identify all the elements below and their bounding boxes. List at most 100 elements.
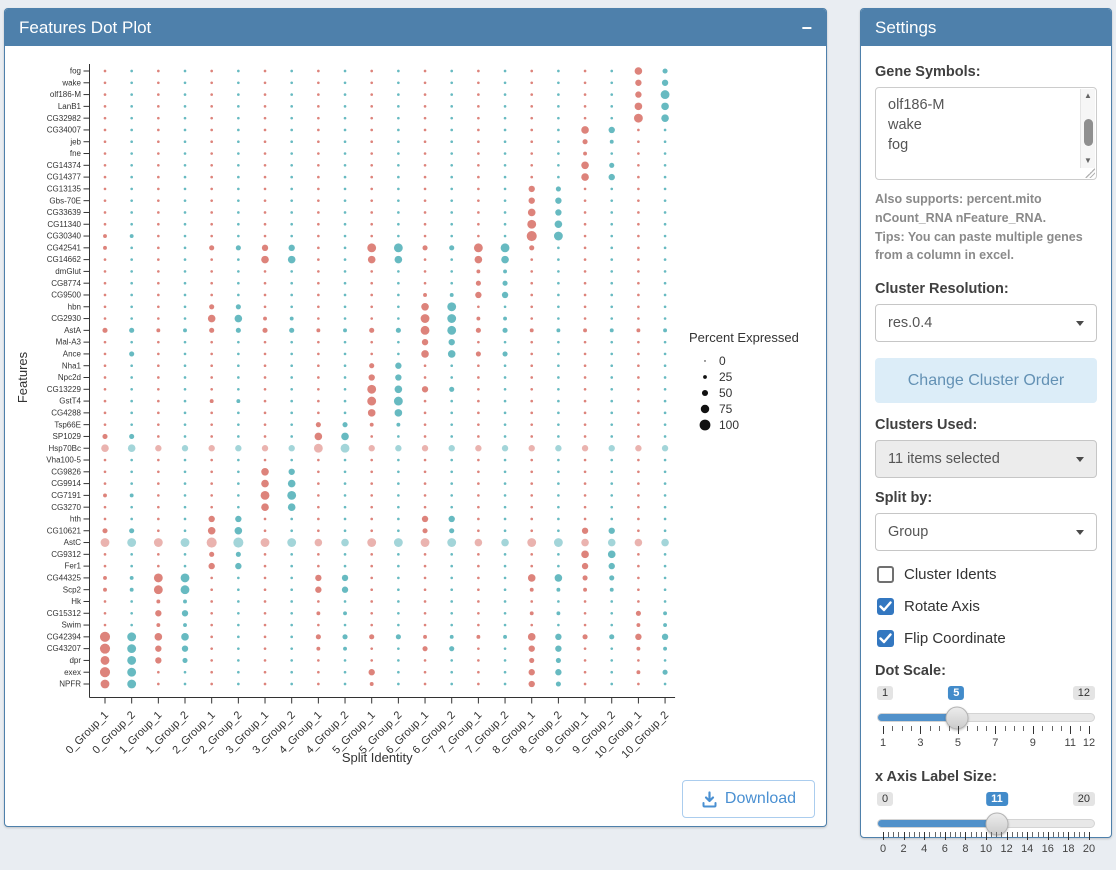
gene-line: olf186-M <box>888 95 1076 115</box>
svg-text:CG42541: CG42541 <box>47 243 82 252</box>
svg-text:CG42394: CG42394 <box>47 632 82 641</box>
svg-text:CG3270: CG3270 <box>51 503 81 512</box>
svg-text:CG13229: CG13229 <box>47 385 82 394</box>
svg-text:CG14377: CG14377 <box>47 173 82 182</box>
svg-text:wake: wake <box>61 78 81 87</box>
svg-text:Gbs-70E: Gbs-70E <box>49 196 81 205</box>
checkbox-checked-icon[interactable] <box>877 598 894 615</box>
plot-panel-header: Features Dot Plot − <box>5 9 826 46</box>
svg-text:CG13135: CG13135 <box>47 184 82 193</box>
slider-track[interactable] <box>877 713 1095 722</box>
svg-text:CG10621: CG10621 <box>47 526 82 535</box>
settings-panel-title: Settings <box>875 10 936 46</box>
download-label: Download <box>725 790 796 808</box>
slider-pips: 135791112 <box>883 726 1089 754</box>
checkbox-rotate-axis[interactable]: Rotate Axis <box>877 598 1095 615</box>
svg-text:Tsp66E: Tsp66E <box>54 420 81 429</box>
svg-text:CG33639: CG33639 <box>47 208 82 217</box>
checkbox-label: Rotate Axis <box>904 598 980 615</box>
svg-text:NPFR: NPFR <box>59 680 81 689</box>
svg-text:CG9500: CG9500 <box>51 291 81 300</box>
svg-text:Percent Expressed: Percent Expressed <box>689 330 799 345</box>
svg-text:Split Identity: Split Identity <box>342 750 413 765</box>
svg-text:CG9312: CG9312 <box>51 550 81 559</box>
cluster-resolution-label: Cluster Resolution: <box>875 281 1097 297</box>
svg-text:CG30340: CG30340 <box>47 232 82 241</box>
features-dot-plot-panel: Features Dot Plot − Featuresfogwakeolf18… <box>4 8 827 827</box>
plot-area: Featuresfogwakeolf186-MLanB1CG32982CG340… <box>5 46 826 827</box>
collapse-icon[interactable]: − <box>801 19 812 37</box>
settings-panel: Settings Gene Symbols: olf186-M wake fog… <box>860 8 1112 838</box>
svg-text:Features: Features <box>15 351 30 403</box>
split-by-select[interactable]: Group <box>875 513 1097 551</box>
slider-min-badge: 1 <box>877 686 893 700</box>
svg-text:Mal-A3: Mal-A3 <box>56 338 82 347</box>
svg-text:CG9914: CG9914 <box>51 479 81 488</box>
checkbox-unchecked-icon[interactable] <box>877 566 894 583</box>
resize-handle-icon[interactable] <box>1085 168 1095 178</box>
svg-text:Fer1: Fer1 <box>65 562 82 571</box>
settings-panel-header: Settings <box>861 9 1111 46</box>
checkbox-cluster-idents[interactable]: Cluster Idents <box>877 566 1095 583</box>
svg-text:Ance: Ance <box>63 350 82 359</box>
download-icon <box>701 791 718 808</box>
svg-text:Npc2d: Npc2d <box>58 373 81 382</box>
slider-min-badge: 0 <box>877 792 893 806</box>
svg-text:GstT4: GstT4 <box>59 397 81 406</box>
scrollbar-thumb[interactable] <box>1084 119 1093 146</box>
checkbox-label: Flip Coordinate <box>904 630 1006 647</box>
slider-fill <box>878 820 997 827</box>
svg-text:CG34007: CG34007 <box>47 126 82 135</box>
scroll-down-icon[interactable]: ▼ <box>1081 155 1095 167</box>
clusters-used-dropdown[interactable]: 11 items selected <box>875 440 1097 478</box>
svg-text:jeb: jeb <box>69 137 81 146</box>
svg-text:dmGlut: dmGlut <box>55 267 82 276</box>
change-cluster-order-button[interactable]: Change Cluster Order <box>875 358 1097 403</box>
checkbox-flip-coordinate[interactable]: Flip Coordinate <box>877 630 1095 647</box>
textarea-scrollbar[interactable]: ▲ ▼ <box>1080 89 1095 168</box>
svg-text:50: 50 <box>719 386 733 400</box>
svg-text:CG32982: CG32982 <box>47 114 82 123</box>
gene-symbols-textarea[interactable]: olf186-M wake fog ▲ ▼ <box>875 87 1097 180</box>
svg-text:CG44325: CG44325 <box>47 574 82 583</box>
svg-text:Nha1: Nha1 <box>62 361 82 370</box>
svg-text:Scp2: Scp2 <box>63 585 82 594</box>
svg-text:CG8774: CG8774 <box>51 279 81 288</box>
svg-text:75: 75 <box>719 402 733 416</box>
dot-scale-slider[interactable]: 1512135791112 <box>877 686 1095 754</box>
svg-text:CG43207: CG43207 <box>47 644 82 653</box>
svg-text:CG11340: CG11340 <box>47 220 81 229</box>
svg-text:fog: fog <box>70 67 81 76</box>
svg-text:CG7191: CG7191 <box>51 491 81 500</box>
svg-text:Hsp70Bc: Hsp70Bc <box>49 444 81 453</box>
scroll-up-icon[interactable]: ▲ <box>1081 90 1095 102</box>
download-button[interactable]: Download <box>682 780 815 818</box>
slider-track[interactable] <box>877 819 1095 828</box>
slider-cur-badge: 5 <box>948 686 964 700</box>
svg-text:CG9826: CG9826 <box>51 467 81 476</box>
x-axis-label-size-slider[interactable]: 0112002468101214161820 <box>877 792 1095 860</box>
chevron-down-icon <box>1076 457 1084 462</box>
gene-symbols-label: Gene Symbols: <box>875 64 1097 80</box>
svg-text:dpr: dpr <box>69 656 81 665</box>
svg-text:CG15312: CG15312 <box>47 609 82 618</box>
dot-plot-svg: Featuresfogwakeolf186-MLanB1CG32982CG340… <box>5 46 825 791</box>
chevron-down-icon <box>1076 321 1084 326</box>
checkbox-label: Cluster Idents <box>904 566 997 583</box>
svg-text:CG4288: CG4288 <box>51 408 81 417</box>
svg-text:SP1029: SP1029 <box>53 432 82 441</box>
svg-text:CG14374: CG14374 <box>47 161 82 170</box>
checkbox-checked-icon[interactable] <box>877 630 894 647</box>
clusters-used-label: Clusters Used: <box>875 417 1097 433</box>
gene-line: wake <box>888 115 1076 135</box>
plot-panel-title: Features Dot Plot <box>19 10 151 46</box>
x-axis-label-size-label: x Axis Label Size: <box>875 769 1097 785</box>
svg-text:CG2930: CG2930 <box>51 314 81 323</box>
gene-line: fog <box>888 135 1076 155</box>
svg-text:AstC: AstC <box>64 538 82 547</box>
gene-symbols-help-text: Also supports: percent.mito nCount_RNA n… <box>875 190 1097 265</box>
cluster-resolution-select[interactable]: res.0.4 <box>875 304 1097 342</box>
slider-cur-badge: 11 <box>986 792 1008 806</box>
svg-text:fne: fne <box>70 149 82 158</box>
dot-scale-label: Dot Scale: <box>875 663 1097 679</box>
